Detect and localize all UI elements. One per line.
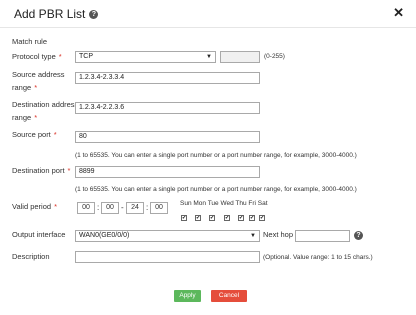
checkbox-mon[interactable]: ✔ [195,215,201,221]
output-interface-label: Output interface [12,230,66,239]
checkbox-tue[interactable]: ✔ [209,215,215,221]
next-hop-input[interactable] [295,230,350,242]
protocol-label: Protocol type * [12,52,62,61]
cancel-button[interactable]: Cancel [211,290,247,302]
end-minute-input[interactable]: 00 [150,202,168,214]
weekday-labels: Sun Mon Tue Wed Thu Fri Sat [180,200,268,207]
chevron-down-icon: ▼ [250,233,256,239]
divider [0,27,416,28]
checkbox-fri[interactable]: ✔ [249,215,255,221]
destination-address-input[interactable]: 1.2.3.4-2.2.3.6 [75,102,260,114]
description-label: Description [12,252,50,261]
checkbox-sun[interactable]: ✔ [181,215,187,221]
help-icon[interactable]: ? [89,9,99,19]
destination-port-input[interactable]: 8899 [75,166,260,178]
source-port-label: Source port * [12,130,57,139]
description-hint: (Optional. Value range: 1 to 15 chars.) [263,254,373,261]
start-minute-input[interactable]: 00 [101,202,119,214]
time-dash: - [121,203,124,212]
destination-port-label: Destination port * [12,166,71,175]
output-interface-select[interactable]: WAN0(GE0/0/0) ▼ [75,230,260,242]
source-address-input[interactable]: 1.2.3.4-2.3.3.4 [75,72,260,84]
dialog-title: Add PBR List ? [14,7,99,21]
close-icon[interactable]: ✕ [393,6,404,19]
source-address-label: Source address [12,70,65,79]
time-colon: : [146,203,149,212]
destination-address-label-2: range * [12,113,38,122]
help-icon[interactable]: ? [354,231,363,240]
start-hour-input[interactable]: 00 [77,202,95,214]
source-port-hint: (1 to 65535. You can enter a single port… [75,152,357,159]
checkbox-wed[interactable]: ✔ [224,215,230,221]
destination-address-label: Destination address [12,100,79,109]
description-input[interactable] [75,251,260,263]
dialog-title-text: Add PBR List [14,7,86,21]
protocol-select[interactable]: TCP ▼ [75,51,216,63]
next-hop-label: Next hop [263,230,294,239]
checkbox-thu[interactable]: ✔ [238,215,244,221]
protocol-number-input[interactable] [220,51,260,63]
checkbox-sat[interactable]: ✔ [259,215,265,221]
source-address-label-2: range * [12,83,38,92]
chevron-down-icon: ▼ [206,54,212,60]
valid-period-label: Valid period * [12,202,57,211]
destination-port-hint: (1 to 65535. You can enter a single port… [75,186,357,193]
apply-button[interactable]: Apply [174,290,201,302]
protocol-range-hint: (0-255) [264,53,285,60]
end-hour-input[interactable]: 24 [126,202,144,214]
time-colon: : [97,203,100,212]
section-title: Match rule [12,37,48,46]
source-port-input[interactable]: 80 [75,131,260,143]
